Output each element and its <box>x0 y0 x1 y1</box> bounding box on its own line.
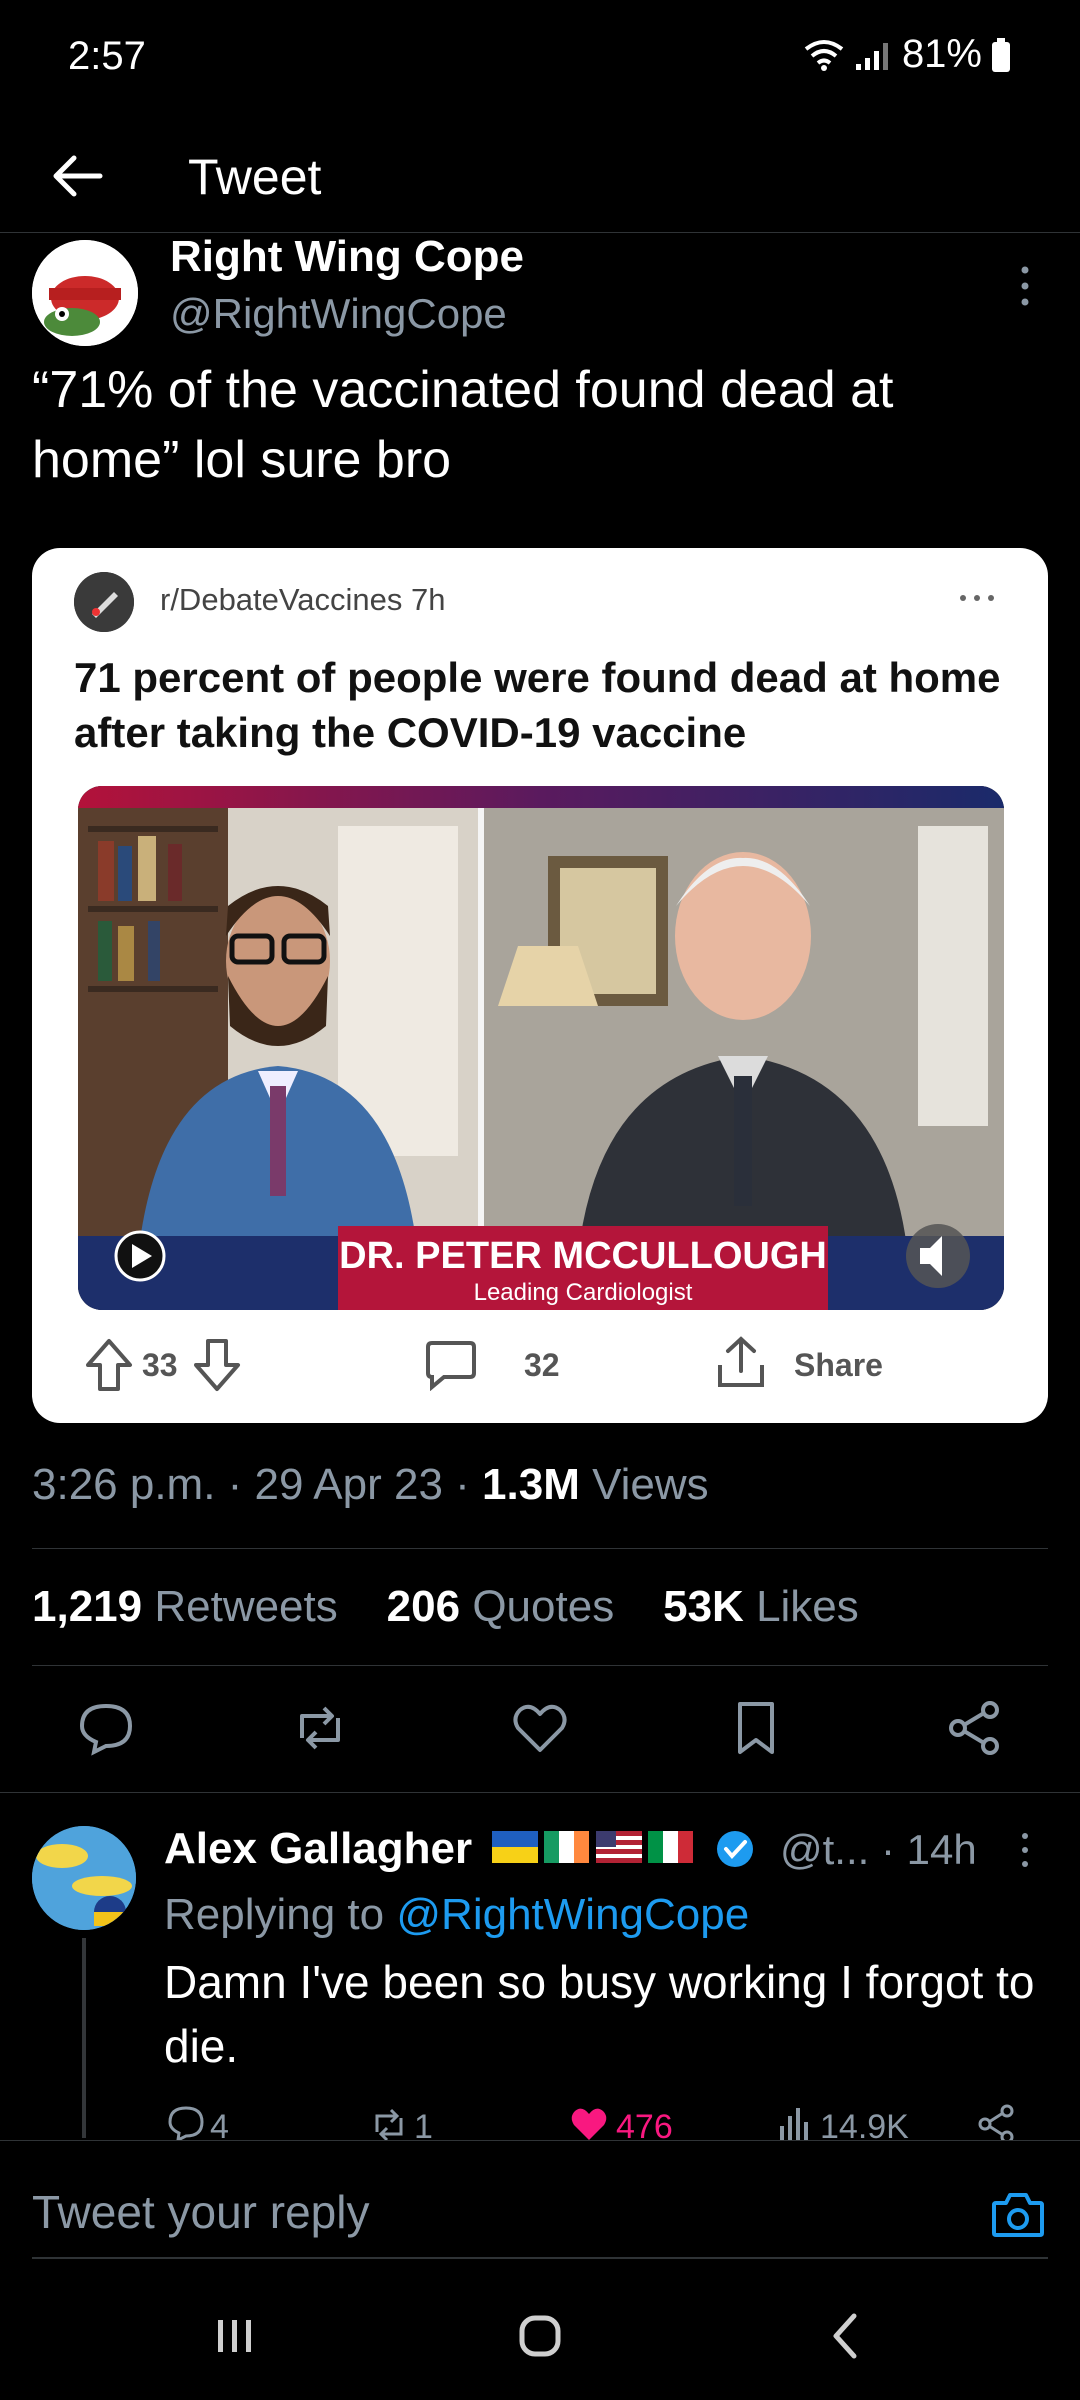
share-label[interactable]: Share <box>794 1347 883 1384</box>
status-time: 2:57 <box>68 34 146 78</box>
verified-badge-icon <box>716 1831 753 1867</box>
video-thumbnail[interactable]: DR. PETER MCCULLOUGH Leading Cardiologis… <box>78 786 1004 1310</box>
author-name[interactable]: Right Wing Cope <box>170 232 524 282</box>
recents-icon[interactable] <box>204 2306 264 2366</box>
reply-comment-icon[interactable] <box>166 2104 206 2144</box>
upvote-count: 33 <box>142 1347 178 1383</box>
author-handle[interactable]: @RightWingCope <box>170 290 507 338</box>
replying-to: Replying to @RightWingCope <box>164 1890 750 1939</box>
comment-count: 32 <box>524 1347 560 1383</box>
more-horizontal-icon[interactable] <box>957 588 997 608</box>
subreddit-name: r/DebateVaccines <box>160 582 403 617</box>
views-label: Views <box>592 1460 709 1509</box>
flag-emojis-icon <box>492 1831 694 1863</box>
quotes-stat[interactable]: 206 Quotes <box>387 1582 615 1631</box>
subreddit-meta: r/DebateVaccines 7h <box>160 582 446 618</box>
share-upload-icon[interactable] <box>714 1335 768 1391</box>
author-avatar[interactable] <box>32 240 138 346</box>
divider <box>32 1665 1048 1666</box>
lower-third-name: DR. PETER MCCULLOUGH <box>339 1235 827 1277</box>
back-nav-icon[interactable] <box>816 2306 876 2366</box>
composer-underline <box>32 2257 1048 2259</box>
timestamp-text: 3:26 p.m. · 29 Apr 23 · <box>32 1460 470 1509</box>
reply-more-icon[interactable] <box>1010 1830 1040 1870</box>
reply-retweet-icon[interactable] <box>369 2104 409 2144</box>
retweet-icon[interactable] <box>290 1698 350 1758</box>
reply-author-avatar[interactable] <box>32 1826 136 1930</box>
back-arrow-icon[interactable] <box>48 146 108 206</box>
home-icon[interactable] <box>510 2306 570 2366</box>
lower-third-role: Leading Cardiologist <box>474 1279 693 1306</box>
reddit-action-bar: 33 32 Share <box>84 1331 1004 1401</box>
reply-like-heart-icon[interactable] <box>568 2104 610 2144</box>
battery-percent: 81% <box>901 32 982 76</box>
share-icon[interactable] <box>944 1698 1004 1758</box>
bookmark-icon[interactable] <box>726 1698 786 1758</box>
upvote-icon[interactable] <box>84 1337 134 1393</box>
page-title: Tweet <box>188 149 322 205</box>
divider <box>32 1548 1048 1549</box>
divider <box>0 1792 1080 1793</box>
status-indicators: 81% <box>802 32 1012 77</box>
engagement-stats: 1,219 Retweets 206 Quotes 53K Likes <box>32 1582 859 1632</box>
top-app-bar: Tweet <box>0 120 1080 233</box>
thread-line <box>82 1938 86 2138</box>
embedded-reddit-card[interactable]: r/DebateVaccines 7h 71 percent of people… <box>32 548 1048 1423</box>
tweet-action-bar <box>0 1680 1080 1780</box>
reply-handle-time[interactable]: @t... · 14h <box>780 1826 977 1874</box>
tweet-text: “71% of the vaccinated found dead at hom… <box>32 361 894 489</box>
post-age: 7h <box>411 582 446 617</box>
reply-views-icon[interactable] <box>776 2104 816 2144</box>
reply-composer: Tweet your reply <box>0 2140 1080 2261</box>
likes-stat[interactable]: 53K Likes <box>663 1582 859 1631</box>
system-nav-bar <box>0 2262 1080 2400</box>
more-options-icon[interactable] <box>1010 262 1040 310</box>
reddit-post-title: 71 percent of people were found dead at … <box>74 654 1001 756</box>
battery-icon <box>992 37 1010 72</box>
replying-to-handle[interactable]: @RightWingCope <box>396 1890 749 1939</box>
like-heart-icon[interactable] <box>510 1698 570 1758</box>
status-bar: 2:57 81% <box>0 0 1080 120</box>
subreddit-avatar <box>74 572 134 632</box>
reply-icon[interactable] <box>76 1698 136 1758</box>
downvote-icon[interactable] <box>192 1337 242 1393</box>
reply-text: Damn I've been so busy working I forgot … <box>164 1956 1035 2072</box>
camera-icon[interactable] <box>990 2189 1046 2241</box>
wifi-icon <box>804 39 844 71</box>
signal-icon <box>855 42 888 70</box>
reply-input[interactable]: Tweet your reply <box>32 2185 369 2239</box>
comment-bubble-icon[interactable] <box>424 1339 478 1391</box>
retweets-stat[interactable]: 1,219 Retweets <box>32 1582 338 1631</box>
tweet-timestamp: 3:26 p.m. · 29 Apr 23 · 1.3M Views <box>32 1460 709 1510</box>
views-count: 1.3M <box>482 1460 580 1509</box>
reply-author-name[interactable]: Alex Gallagher <box>164 1824 755 1874</box>
